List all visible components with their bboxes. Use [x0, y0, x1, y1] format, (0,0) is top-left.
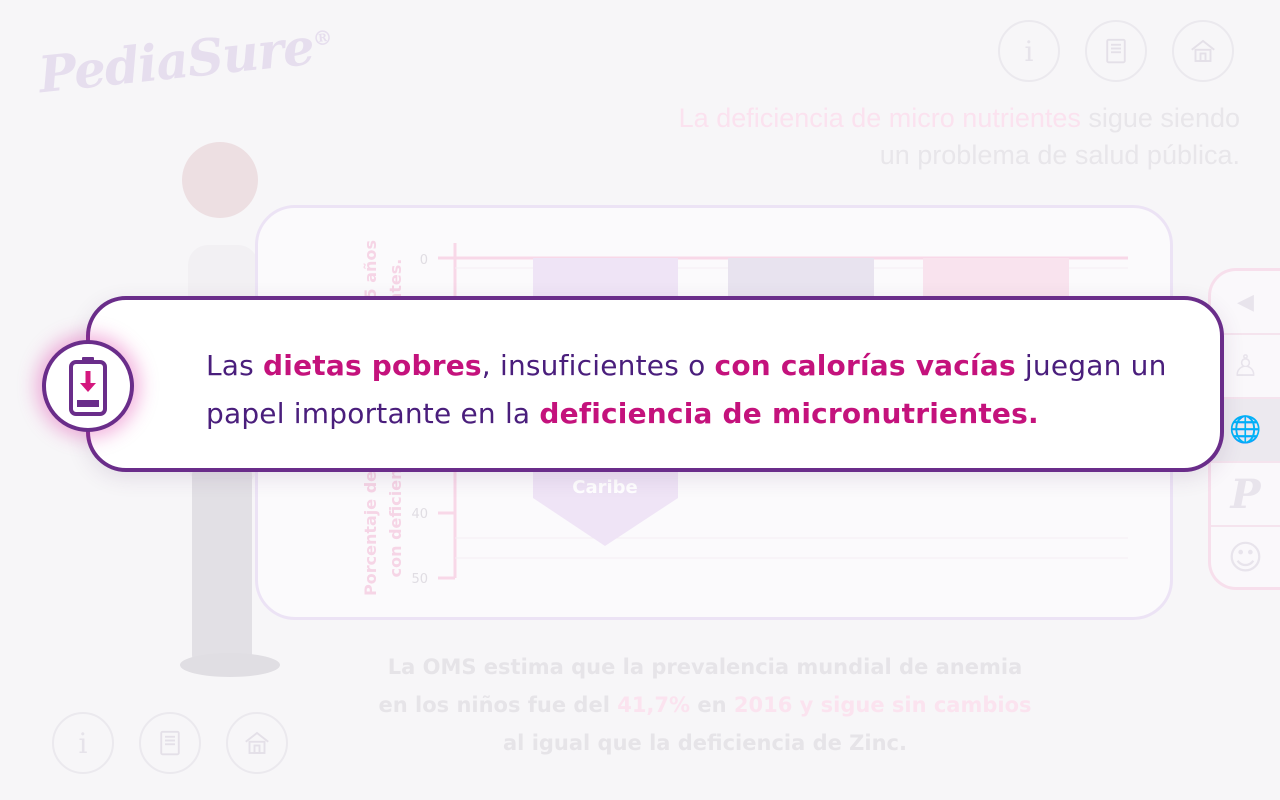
- globe-icon: 🌐: [1229, 415, 1262, 445]
- child-figure-icon: ♙: [1232, 348, 1259, 384]
- book-icon: [160, 730, 180, 756]
- home-button-bottom[interactable]: [226, 712, 288, 774]
- battery-icon: [69, 357, 107, 416]
- info-popup[interactable]: Las dietas pobres, insuficientes o con c…: [86, 296, 1224, 472]
- popup-message: Las dietas pobres, insuficientes o con c…: [206, 349, 1167, 430]
- footer-text: La OMS estima que la prevalencia mundial…: [378, 655, 1032, 755]
- info-icon: i: [1024, 34, 1034, 68]
- y-tick-50: 50: [411, 572, 428, 587]
- side-item-smiley[interactable]: ☺: [1211, 527, 1280, 587]
- home-icon: [1191, 39, 1215, 62]
- y-tick-0: 0: [420, 253, 428, 268]
- side-item-pediasure[interactable]: P: [1211, 463, 1280, 527]
- home-button[interactable]: [1172, 20, 1234, 82]
- pediasure-p-icon: P: [1230, 470, 1261, 518]
- info-button-bottom[interactable]: i: [52, 712, 114, 774]
- headline: La deficiencia de micro nutrientes sigue…: [678, 103, 1240, 170]
- smiley-icon: ☺: [1227, 538, 1264, 578]
- book-icon: [1106, 38, 1126, 64]
- y-tick-40: 40: [411, 507, 428, 522]
- low-battery-download-icon: [42, 340, 134, 432]
- book-button[interactable]: [1085, 20, 1147, 82]
- home-icon: [245, 731, 269, 754]
- book-button-bottom[interactable]: [139, 712, 201, 774]
- info-icon: i: [78, 726, 88, 760]
- bar-label-caribe: Caribe: [572, 477, 638, 498]
- pediasure-logo: PediaSure®: [35, 16, 333, 105]
- info-button[interactable]: i: [998, 20, 1060, 82]
- back-arrow-icon: ◀: [1237, 289, 1254, 315]
